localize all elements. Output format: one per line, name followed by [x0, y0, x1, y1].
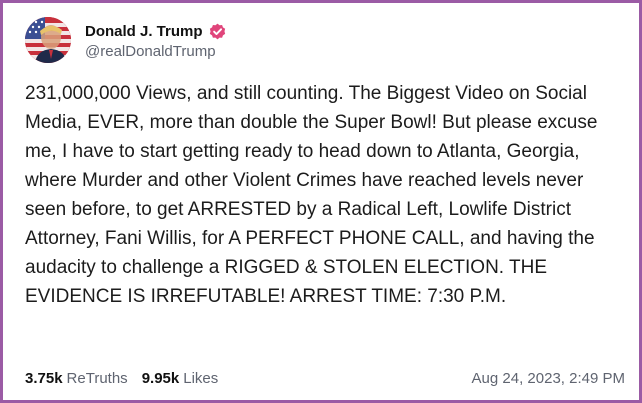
- avatar[interactable]: [25, 17, 71, 63]
- retruths-count: 3.75k: [25, 369, 63, 387]
- likes-stat[interactable]: 9.95k Likes: [142, 370, 219, 387]
- likes-count: 9.95k: [141, 369, 180, 387]
- author-name-row: Donald J. Trump: [85, 20, 226, 42]
- retruths-label: ReTruths: [66, 369, 128, 387]
- verified-badge-icon: [209, 23, 226, 40]
- retruths-stat[interactable]: 3.75k ReTruths: [25, 370, 128, 387]
- post-header: Donald J. Trump @realDonaldTrump: [25, 17, 226, 63]
- post-body-text: 231,000,000 Views, and still counting. T…: [25, 83, 598, 307]
- author-info: Donald J. Trump @realDonaldTrump: [85, 20, 226, 60]
- post-footer: 3.75k ReTruths 9.95k Likes Aug 24, 2023,…: [25, 366, 625, 390]
- author-display-name[interactable]: Donald J. Trump: [85, 23, 203, 40]
- post-card: Donald J. Trump @realDonaldTrump 231,000…: [0, 0, 642, 403]
- likes-label: Likes: [183, 369, 219, 387]
- author-handle[interactable]: @realDonaldTrump: [85, 43, 226, 60]
- post-timestamp[interactable]: Aug 24, 2023, 2:49 PM: [472, 370, 625, 387]
